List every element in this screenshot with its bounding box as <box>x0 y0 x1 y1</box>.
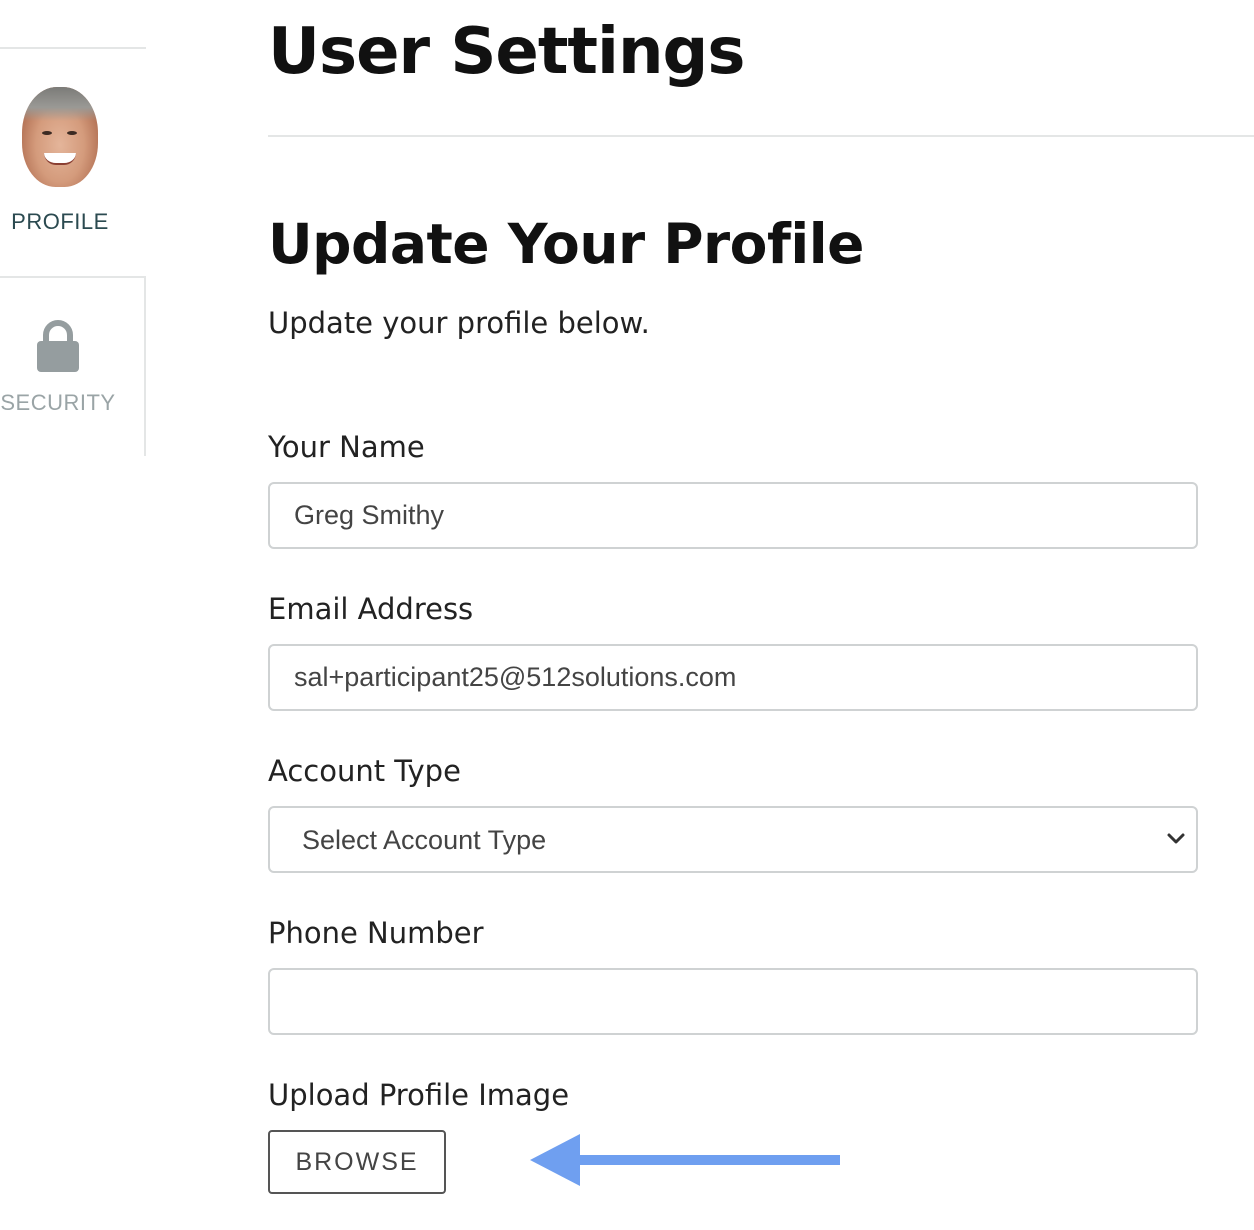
email-input[interactable] <box>268 644 1198 711</box>
email-label: Email Address <box>268 592 474 626</box>
page-title: User Settings <box>268 15 745 89</box>
sidebar-item-label: PROFILE <box>11 209 109 234</box>
phone-input[interactable] <box>268 968 1198 1035</box>
lock-icon <box>37 320 79 372</box>
browse-button[interactable]: BROWSE <box>268 1130 446 1194</box>
section-title: Update Your Profile <box>268 212 864 276</box>
account-type-label: Account Type <box>268 754 461 788</box>
sidebar-item-profile[interactable]: PROFILE <box>0 49 146 276</box>
section-subtitle: Update your profile below. <box>268 306 650 340</box>
name-label: Your Name <box>268 430 425 464</box>
name-input[interactable] <box>268 482 1198 549</box>
sidebar-item-security[interactable]: SECURITY <box>0 276 146 456</box>
main-content: User Settings Update Your Profile Update… <box>268 0 1254 1230</box>
upload-label: Upload Profile Image <box>268 1078 570 1112</box>
title-divider <box>268 135 1254 137</box>
settings-sidebar: PROFILE SECURITY <box>0 0 146 456</box>
avatar <box>22 87 98 187</box>
account-type-select[interactable]: Select Account Type <box>268 806 1198 873</box>
sidebar-item-label: SECURITY <box>0 390 116 415</box>
annotation-arrow-icon <box>530 1134 840 1186</box>
phone-label: Phone Number <box>268 916 484 950</box>
chevron-down-icon <box>1167 833 1185 844</box>
account-type-selected-value: Select Account Type <box>302 825 547 855</box>
